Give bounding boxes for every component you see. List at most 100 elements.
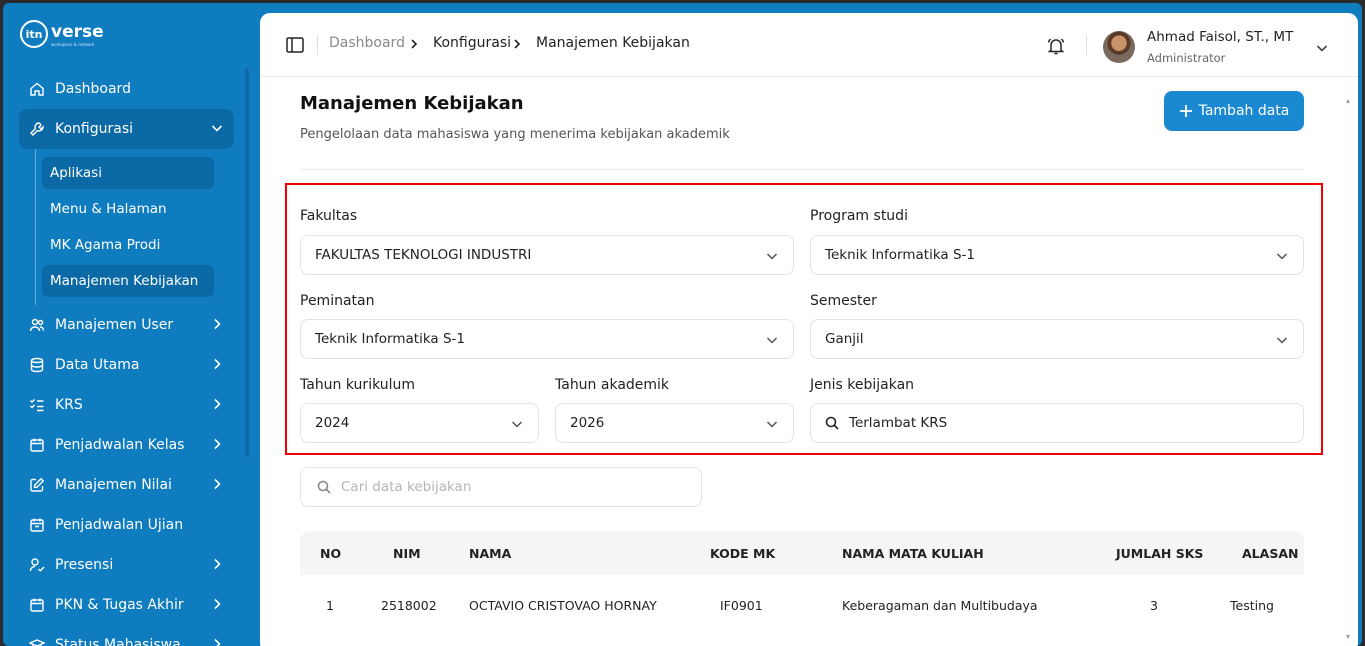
users-icon bbox=[29, 317, 45, 333]
sidebar-toggle-icon[interactable] bbox=[286, 37, 304, 53]
jenis-select[interactable]: Terlambat KRS bbox=[810, 403, 1304, 443]
semester-value: Ganjil bbox=[825, 331, 864, 347]
sidebar-item-konfigurasi[interactable]: Konfigurasi bbox=[19, 109, 234, 149]
brand-logo[interactable]: itn verse workspace & network bbox=[20, 20, 104, 48]
logo-tagline: workspace & network bbox=[51, 41, 95, 47]
database-icon bbox=[29, 357, 45, 373]
col-nim[interactable]: NIM bbox=[393, 546, 421, 561]
sidebar-item-status-mahasiswa[interactable]: Status Mahasiswa bbox=[19, 625, 234, 646]
breadcrumb-dashboard[interactable]: Dashboard bbox=[329, 35, 405, 51]
chevron-right-icon bbox=[214, 558, 221, 570]
search-icon bbox=[317, 480, 331, 494]
sidebar-item-label: Konfigurasi bbox=[55, 121, 134, 137]
add-data-button[interactable]: Tambah data bbox=[1164, 91, 1304, 131]
calendar-icon bbox=[29, 437, 45, 453]
sidebar-item-dashboard[interactable]: Dashboard bbox=[19, 69, 234, 109]
submenu-item-menu-halaman[interactable]: Menu & Halaman bbox=[42, 193, 214, 225]
peminatan-select[interactable]: Teknik Informatika S-1 bbox=[300, 319, 794, 359]
home-icon bbox=[29, 81, 45, 97]
page-subtitle: Pengelolaan data mahasiswa yang menerima… bbox=[300, 127, 730, 142]
kurikulum-label: Tahun kurikulum bbox=[300, 377, 416, 393]
divider bbox=[300, 169, 1304, 170]
sidebar-item-label: Penjadwalan Kelas bbox=[55, 437, 185, 453]
sidebar-item-label: Presensi bbox=[55, 557, 114, 573]
kebijakan-table: NO NIM NAMA KODE MK NAMA MATA KULIAH JUM… bbox=[300, 531, 1304, 646]
chevron-right-icon bbox=[214, 398, 221, 410]
akademik-value: 2026 bbox=[570, 415, 605, 431]
kurikulum-value: 2024 bbox=[315, 415, 350, 431]
wrench-icon bbox=[29, 121, 45, 137]
logo-text: verse bbox=[51, 21, 104, 42]
chevron-down-icon bbox=[1276, 253, 1288, 260]
chevron-down-icon bbox=[766, 253, 778, 260]
sidebar-item-penjadwalan-kelas[interactable]: Penjadwalan Kelas bbox=[19, 425, 234, 465]
chevron-right-icon bbox=[214, 438, 221, 450]
sidebar-item-pkn-tugas-akhir[interactable]: PKN & Tugas Akhir bbox=[19, 585, 234, 625]
sidebar-item-presensi[interactable]: Presensi bbox=[19, 545, 234, 585]
prodi-label: Program studi bbox=[810, 208, 908, 224]
table-horizontal-scrollbar[interactable] bbox=[300, 641, 1304, 646]
breadcrumb-konfigurasi[interactable]: Konfigurasi bbox=[433, 35, 511, 51]
semester-select[interactable]: Ganjil bbox=[810, 319, 1304, 359]
user-check-icon bbox=[29, 557, 45, 573]
col-nama-mk[interactable]: NAMA MATA KULIAH bbox=[842, 546, 984, 561]
sidebar-scrollbar[interactable] bbox=[245, 69, 249, 457]
chevron-down-icon bbox=[211, 125, 223, 132]
col-nama[interactable]: NAMA bbox=[469, 546, 511, 561]
bell-icon[interactable] bbox=[1047, 37, 1065, 55]
search-placeholder: Cari data kebijakan bbox=[341, 479, 472, 495]
chevron-right-icon bbox=[214, 478, 221, 490]
sidebar-item-krs[interactable]: KRS bbox=[19, 385, 234, 425]
kurikulum-select[interactable]: 2024 bbox=[300, 403, 539, 443]
chevron-right-icon bbox=[214, 358, 221, 370]
cell-alasan: Testing bbox=[1230, 598, 1274, 613]
sidebar-item-manajemen-nilai[interactable]: Manajemen Nilai bbox=[19, 465, 234, 505]
col-alasan[interactable]: ALASAN bbox=[1242, 546, 1298, 561]
topbar: Dashboard Konfigurasi Manajemen Kebijaka… bbox=[260, 13, 1358, 77]
col-kode-mk[interactable]: KODE MK bbox=[710, 546, 775, 561]
divider bbox=[317, 35, 318, 55]
user-role: Administrator bbox=[1147, 51, 1226, 65]
main-vertical-scrollbar[interactable] bbox=[1346, 99, 1350, 639]
search-icon bbox=[825, 416, 839, 430]
chevron-right-icon bbox=[411, 39, 418, 49]
cell-kode-mk: IF0901 bbox=[720, 598, 763, 613]
sidebar-item-label: Penjadwalan Ujian bbox=[55, 517, 184, 533]
calendar-icon bbox=[29, 517, 45, 533]
submenu-item-manajemen-kebijakan[interactable]: Manajemen Kebijakan bbox=[42, 265, 214, 297]
cell-no: 1 bbox=[326, 598, 334, 613]
logo-mark: itn bbox=[20, 20, 48, 48]
col-jumlah-sks[interactable]: JUMLAH SKS bbox=[1116, 546, 1203, 561]
jenis-value: Terlambat KRS bbox=[849, 415, 948, 431]
sidebar-item-label: Manajemen User bbox=[55, 317, 174, 333]
submenu-item-aplikasi[interactable]: Aplikasi bbox=[42, 157, 214, 189]
chevron-right-icon bbox=[214, 638, 221, 646]
sidebar: itn verse workspace & network Dashboard … bbox=[3, 3, 260, 646]
avatar[interactable] bbox=[1103, 31, 1135, 63]
divider bbox=[1086, 35, 1087, 55]
peminatan-label: Peminatan bbox=[300, 293, 375, 309]
sidebar-item-label: KRS bbox=[55, 397, 83, 413]
akademik-select[interactable]: 2026 bbox=[555, 403, 794, 443]
chevron-down-icon bbox=[1276, 337, 1288, 344]
akademik-label: Tahun akademik bbox=[555, 377, 670, 393]
sidebar-item-penjadwalan-ujian[interactable]: Penjadwalan Ujian bbox=[19, 505, 234, 545]
page-title: Manajemen Kebijakan bbox=[300, 93, 524, 114]
sidebar-item-label: Dashboard bbox=[55, 81, 131, 97]
chevron-down-icon bbox=[511, 421, 523, 428]
graduation-icon bbox=[29, 637, 45, 646]
submenu-item-mk-agama-prodi[interactable]: MK Agama Prodi bbox=[42, 229, 214, 261]
search-input[interactable]: Cari data kebijakan bbox=[300, 467, 702, 507]
sidebar-item-data-utama[interactable]: Data Utama bbox=[19, 345, 234, 385]
chevron-down-icon[interactable] bbox=[1315, 41, 1329, 55]
prodi-select[interactable]: Teknik Informatika S-1 bbox=[810, 235, 1304, 275]
fakultas-label: Fakultas bbox=[300, 208, 358, 224]
fakultas-select[interactable]: FAKULTAS TEKNOLOGI INDUSTRI bbox=[300, 235, 794, 275]
user-name[interactable]: Ahmad Faisol, ST., MT bbox=[1147, 29, 1293, 45]
sidebar-item-manajemen-user[interactable]: Manajemen User bbox=[19, 305, 234, 345]
col-no[interactable]: NO bbox=[320, 546, 341, 561]
chevron-right-icon bbox=[514, 39, 521, 49]
sidebar-nav: Dashboard Konfigurasi Aplikasi Menu & Ha… bbox=[19, 69, 234, 646]
add-data-label: Tambah data bbox=[1198, 103, 1290, 119]
list-check-icon bbox=[29, 397, 45, 413]
